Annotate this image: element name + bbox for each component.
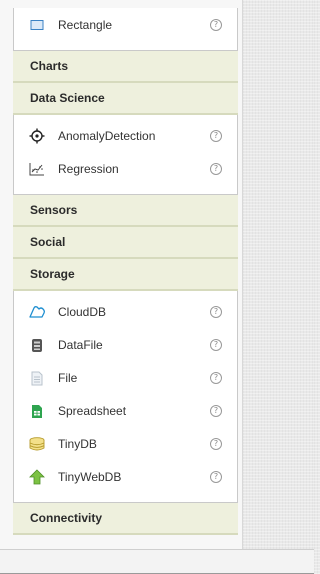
help-icon[interactable]: ? (210, 404, 222, 417)
palette-item-label: AnomalyDetection (58, 128, 156, 143)
upload-arrow-icon (28, 468, 46, 486)
file-icon (28, 369, 46, 387)
drawing-drawer: Rectangle ? (13, 8, 238, 51)
help-icon[interactable]: ? (210, 371, 222, 384)
datafile-icon (28, 336, 46, 354)
regression-icon (28, 160, 46, 178)
palette-item-label: TinyDB (58, 436, 97, 451)
storage-drawer: CloudDB ? DataFile ? File ? Spreadsheet … (13, 291, 238, 503)
anomaly-detection-icon (28, 127, 46, 145)
palette-item-spreadsheet[interactable]: Spreadsheet ? (14, 394, 237, 427)
help-icon[interactable]: ? (210, 470, 222, 483)
palette-list: Rectangle ? Charts Data Science AnomalyD… (13, 0, 238, 535)
palette-item-clouddb[interactable]: CloudDB ? (14, 295, 237, 328)
palette-panel: Rectangle ? Charts Data Science AnomalyD… (0, 0, 243, 549)
help-icon[interactable]: ? (210, 437, 222, 450)
palette-item-label: TinyWebDB (58, 469, 122, 484)
palette-item-regression[interactable]: Regression ? (14, 152, 237, 185)
palette-item-rectangle[interactable]: Rectangle ? (14, 8, 237, 41)
category-connectivity[interactable]: Connectivity (13, 503, 238, 535)
category-data-science[interactable]: Data Science (13, 83, 238, 115)
palette-item-tinywebdb[interactable]: TinyWebDB ? (14, 460, 237, 493)
palette-item-label: File (58, 370, 78, 385)
category-sensors[interactable]: Sensors (13, 195, 238, 227)
palette-item-file[interactable]: File ? (14, 361, 237, 394)
palette-item-label: DataFile (58, 337, 103, 352)
palette-item-label: Spreadsheet (58, 403, 127, 418)
spreadsheet-icon (28, 402, 46, 420)
help-icon[interactable]: ? (210, 305, 222, 318)
help-icon[interactable]: ? (210, 162, 222, 175)
palette-item-label: Rectangle (58, 17, 113, 32)
palette-item-label: CloudDB (58, 304, 107, 319)
palette-item-label: Regression (58, 161, 119, 176)
palette-item-tinydb[interactable]: TinyDB ? (14, 427, 237, 460)
palette-item-anomalydetection[interactable]: AnomalyDetection ? (14, 119, 237, 152)
cloud-icon (28, 303, 46, 321)
palette-item-datafile[interactable]: DataFile ? (14, 328, 237, 361)
data-science-drawer: AnomalyDetection ? Regression ? (13, 115, 238, 195)
database-icon (28, 435, 46, 453)
help-icon[interactable]: ? (210, 129, 222, 142)
help-icon[interactable]: ? (210, 18, 222, 31)
category-charts[interactable]: Charts (13, 51, 238, 83)
bottom-bar (0, 549, 314, 574)
category-social[interactable]: Social (13, 227, 238, 259)
help-icon[interactable]: ? (210, 338, 222, 351)
category-storage[interactable]: Storage (13, 259, 238, 291)
rectangle-icon (28, 16, 46, 34)
